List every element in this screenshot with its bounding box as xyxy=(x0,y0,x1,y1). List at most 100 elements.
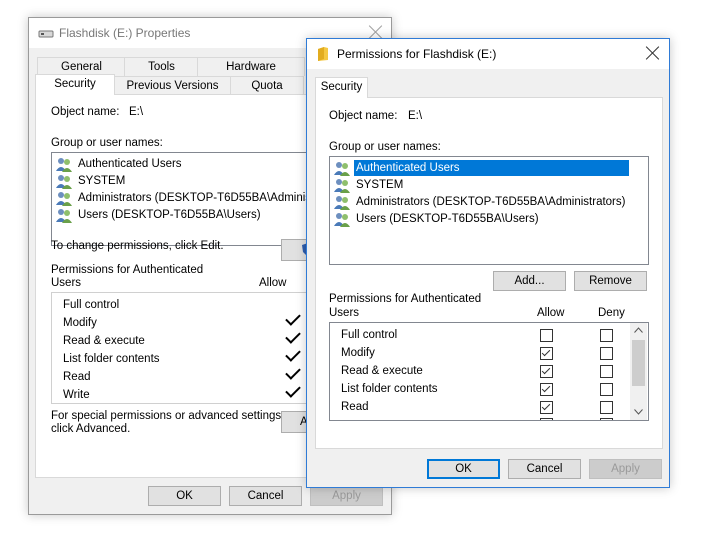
perm-heading-line2: Users xyxy=(329,307,360,319)
tab-quota[interactable]: Quota xyxy=(230,76,304,95)
permission-label: Write xyxy=(63,389,90,401)
users-group-icon xyxy=(334,179,350,193)
permission-label: List folder contents xyxy=(341,383,438,395)
deny-checkbox-next[interactable] xyxy=(600,418,613,420)
permissions-list: Full control Modify Read & execute List … xyxy=(51,292,338,404)
perm-heading-line1: Permissions for Authenticated xyxy=(51,264,204,276)
tab-tools[interactable]: Tools xyxy=(124,57,199,76)
deny-checkbox-full-control[interactable] xyxy=(600,329,613,342)
group-names-label: Group or user names: xyxy=(51,137,163,149)
allow-check-read xyxy=(285,364,301,380)
allow-checkbox-read[interactable] xyxy=(540,401,553,414)
allow-checkbox-read-execute[interactable] xyxy=(540,365,553,378)
vertical-scrollbar[interactable] xyxy=(630,323,647,420)
tab-previous-versions[interactable]: Previous Versions xyxy=(113,76,232,95)
permission-label: Full control xyxy=(63,299,120,311)
tab-label: Security xyxy=(320,81,363,93)
user-list[interactable]: Authenticated Users SYSTEM Administrator… xyxy=(329,156,649,265)
special-permissions-text-2: click Advanced. xyxy=(51,423,131,435)
user-name: SYSTEM xyxy=(78,175,126,187)
users-group-icon xyxy=(56,175,72,189)
ok-button[interactable]: OK xyxy=(148,486,221,506)
permission-label: Read xyxy=(63,371,91,383)
tab-label: Security xyxy=(54,78,96,90)
allow-check-modify xyxy=(285,310,301,326)
deny-header: Deny xyxy=(598,307,625,319)
deny-checkbox-read-execute[interactable] xyxy=(600,365,613,378)
tab-label: Hardware xyxy=(226,61,276,73)
allow-check-list-folder xyxy=(285,346,301,362)
folder-icon xyxy=(318,47,328,61)
permission-label: Modify xyxy=(63,317,97,329)
drive-icon xyxy=(38,30,54,38)
tab-security[interactable]: Security xyxy=(315,77,368,98)
object-name-value: E:\ xyxy=(408,110,423,122)
apply-button[interactable]: Apply xyxy=(589,459,662,479)
special-permissions-text-1: For special permissions or advanced sett… xyxy=(51,410,285,422)
tab-label: Tools xyxy=(148,61,175,73)
cancel-label: Cancel xyxy=(526,463,563,475)
users-group-icon xyxy=(56,158,72,172)
user-list[interactable]: Authenticated Users SYSTEM Administrator… xyxy=(51,152,338,246)
permissions-titlebar: Permissions for Flashdisk (E:) xyxy=(307,39,669,69)
permission-label: Read & execute xyxy=(63,335,145,347)
permission-label: List folder contents xyxy=(63,353,160,365)
allow-check-write xyxy=(285,382,301,398)
cancel-button[interactable]: Cancel xyxy=(508,459,581,479)
group-names-label: Group or user names: xyxy=(329,141,441,153)
allow-checkbox-modify[interactable] xyxy=(540,347,553,360)
deny-checkbox-list-folder[interactable] xyxy=(600,383,613,396)
users-group-icon xyxy=(56,192,72,206)
user-name: SYSTEM xyxy=(356,179,404,191)
tab-label: General xyxy=(61,61,102,73)
deny-checkbox-modify[interactable] xyxy=(600,347,613,360)
cancel-button[interactable]: Cancel xyxy=(229,486,302,506)
users-group-icon xyxy=(334,213,350,227)
change-permissions-text: To change permissions, click Edit. xyxy=(51,240,224,252)
perm-heading-line2: Users xyxy=(51,277,82,289)
user-name: Administrators (DESKTOP-T6D55BA\Administ… xyxy=(78,192,335,204)
permissions-list: Full control Modify Read & execute List … xyxy=(329,322,649,421)
user-name: Users (DESKTOP-T6D55BA\Users) xyxy=(78,209,261,221)
close-icon[interactable] xyxy=(645,45,661,61)
ok-button[interactable]: OK xyxy=(427,459,500,479)
tab-label: Quota xyxy=(251,80,283,92)
chevron-up-icon[interactable] xyxy=(634,327,643,333)
tab-hardware[interactable]: Hardware xyxy=(197,57,305,76)
object-name-label: Object name: xyxy=(329,110,398,122)
remove-button[interactable]: Remove xyxy=(574,271,647,291)
allow-checkbox-full-control[interactable] xyxy=(540,329,553,342)
remove-label: Remove xyxy=(589,275,632,287)
apply-label: Apply xyxy=(611,463,640,475)
user-name: Administrators (DESKTOP-T6D55BA\Administ… xyxy=(356,196,626,208)
chevron-down-icon[interactable] xyxy=(634,409,643,415)
user-name: Authenticated Users xyxy=(78,158,182,170)
allow-check-read-execute xyxy=(285,328,301,344)
permissions-title: Permissions for Flashdisk (E:) xyxy=(337,47,497,61)
users-group-icon xyxy=(334,162,350,176)
allow-header: Allow xyxy=(537,307,565,319)
add-button[interactable]: Add... xyxy=(493,271,566,291)
tab-security[interactable]: Security xyxy=(35,74,115,95)
cancel-label: Cancel xyxy=(247,490,284,502)
users-group-icon xyxy=(56,209,72,223)
user-name: Authenticated Users xyxy=(354,160,629,176)
permission-label: Read & execute xyxy=(341,365,423,377)
permission-label: Modify xyxy=(341,347,375,359)
permission-label: Full control xyxy=(341,329,398,341)
add-label: Add... xyxy=(514,275,545,287)
allow-checkbox-list-folder[interactable] xyxy=(540,383,553,396)
user-name: Users (DESKTOP-T6D55BA\Users) xyxy=(356,213,539,225)
apply-label: Apply xyxy=(332,490,361,502)
ok-label: OK xyxy=(176,490,193,502)
permission-label: Read xyxy=(341,401,369,413)
apply-button[interactable]: Apply xyxy=(310,486,383,506)
deny-checkbox-read[interactable] xyxy=(600,401,613,414)
users-group-icon xyxy=(334,196,350,210)
ok-label: OK xyxy=(455,463,472,475)
object-name-label: Object name: xyxy=(51,106,120,118)
scrollbar-thumb[interactable] xyxy=(632,340,645,386)
allow-checkbox-next[interactable] xyxy=(540,418,553,420)
tab-label: Previous Versions xyxy=(126,80,219,92)
object-name-value: E:\ xyxy=(129,106,144,118)
